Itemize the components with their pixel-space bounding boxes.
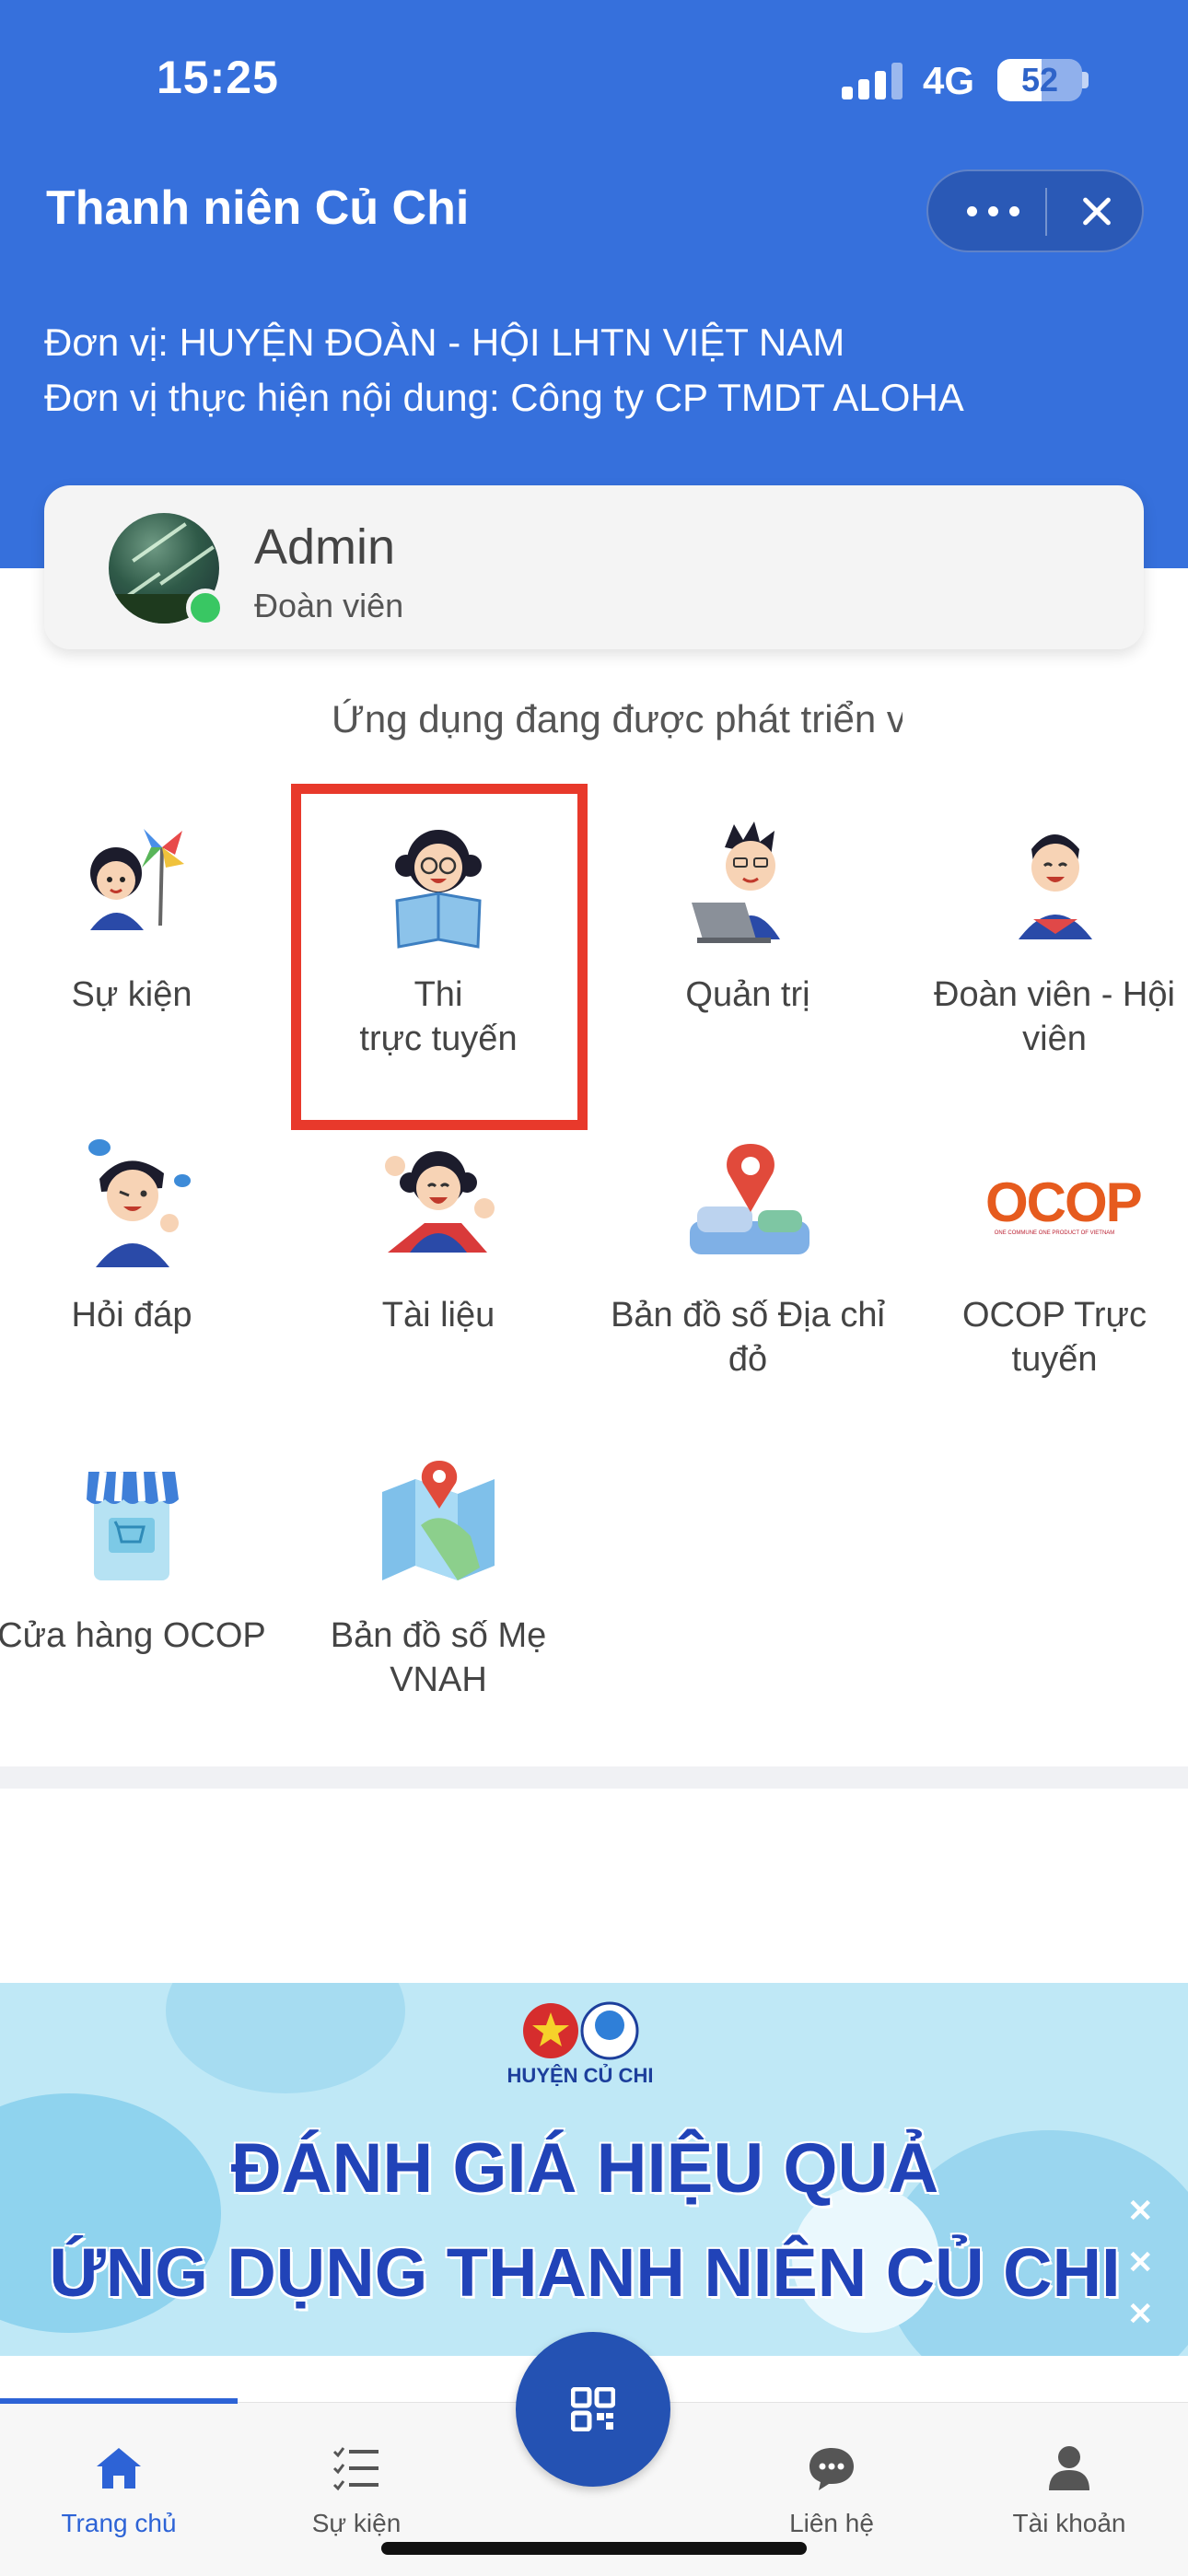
signal-icon — [842, 63, 903, 99]
banner-headline-1: ĐÁNH GIÁ HIỆU QUẢ — [230, 2129, 939, 2208]
home-indicator — [381, 2542, 807, 2555]
qr-scan-button[interactable] — [516, 2332, 670, 2487]
section-divider — [0, 1766, 1188, 1789]
youth-union-logo — [523, 2001, 639, 2060]
banner-logo-text: HUYỆN CỦ CHI — [507, 2064, 654, 2087]
app-label: Bản đồ số Mẹ VNAH — [330, 1616, 547, 1699]
folded-map-icon — [382, 1461, 495, 1580]
content-provider-line: Đơn vị thực hiện nội dung: Công ty CP TM… — [44, 376, 964, 419]
person-icon — [1049, 2446, 1089, 2490]
tab-label: Sự kiện — [311, 2509, 402, 2537]
tab-tai-khoan[interactable]: Tài khoản — [950, 2441, 1188, 2538]
app-label: Hỏi đáp — [71, 1296, 192, 1335]
battery-icon: 52 — [997, 59, 1082, 101]
tab-label: Trang chủ — [61, 2509, 177, 2537]
pinwheel-girl-icon — [90, 829, 184, 930]
status-time: 15:25 — [157, 52, 279, 103]
tab-lien-he[interactable]: Liên hệ — [713, 2441, 950, 2538]
app-label: Đoàn viên - Hội viên — [934, 975, 1175, 1058]
ocop-logo-icon: OCOP ONE COMMUNE ONE PRODUCT OF VIETNAM — [985, 1171, 1143, 1237]
capsule-divider — [1045, 188, 1047, 236]
home-icon — [97, 2448, 141, 2489]
app-header: 15:25 4G 52 Thanh niên Củ Chi Đơn vị: HU… — [0, 0, 1188, 568]
shop-icon — [87, 1471, 179, 1580]
member-boy-icon — [1019, 834, 1092, 939]
qr-code-icon — [571, 2387, 615, 2431]
laptop-boy-icon — [692, 822, 780, 943]
tab-label: Tài khoản — [1012, 2509, 1126, 2537]
profile-card[interactable]: Admin Đoàn viên — [44, 485, 1144, 649]
promo-banner[interactable]: HUYỆN CỦ CHI ĐÁNH GIÁ HIỆU QUẢ ỨNG DỤNG … — [0, 1983, 1188, 2356]
app-label: Quản trị — [685, 975, 810, 1014]
tab-label: Liên hệ — [789, 2509, 874, 2537]
sparkle-icon: ✕ — [1127, 2245, 1154, 2280]
app-label: Bản đồ số Địa chỉ đỏ — [611, 1296, 885, 1379]
active-tab-indicator — [0, 2398, 238, 2404]
battery-percent: 52 — [1020, 61, 1059, 99]
tab-trang-chu[interactable]: Trang chủ — [0, 2441, 238, 2538]
app-label: Cửa hàng OCOP — [0, 1616, 266, 1655]
ocop-logo-subtext: ONE COMMUNE ONE PRODUCT OF VIETNAM — [994, 1230, 1115, 1236]
app-title: Thanh niên Củ Chi — [46, 181, 470, 235]
network-label: 4G — [923, 59, 975, 102]
mini-app-capsule — [926, 169, 1144, 252]
org-unit-line: Đơn vị: HUYỆN ĐOÀN - HỘI LHTN VIỆT NAM — [44, 321, 845, 364]
close-icon[interactable] — [1057, 171, 1136, 251]
announcement-marquee: Ứng dụng đang được phát triển v — [332, 697, 903, 740]
qa-boy-icon — [88, 1139, 191, 1267]
more-horizontal-icon[interactable] — [952, 171, 1033, 251]
app-label: Sự kiện — [71, 975, 192, 1014]
profile-role: Đoàn viên — [254, 587, 404, 624]
sparkle-icon: ✕ — [1127, 2297, 1154, 2332]
ocop-logo-text: OCOP — [985, 1171, 1143, 1233]
online-status-dot — [186, 589, 225, 627]
profile-name: Admin — [254, 519, 396, 575]
map-pin-icon — [690, 1144, 809, 1254]
banner-headline-2: ỨNG DỤNG THANH NIÊN CỦ CHI — [49, 2234, 1121, 2311]
app-label: Tài liệu — [381, 1296, 495, 1335]
app-label: OCOP Trực tuyến — [962, 1296, 1147, 1379]
tab-su-kien[interactable]: Sự kiện — [238, 2441, 475, 2538]
cheering-girl-icon — [385, 1151, 495, 1253]
selection-highlight-box — [291, 784, 588, 1130]
chat-bubble-icon — [809, 2448, 854, 2490]
battery-tip — [1082, 72, 1089, 88]
checklist-icon — [332, 2447, 379, 2491]
sparkle-icon: ✕ — [1127, 2194, 1154, 2229]
